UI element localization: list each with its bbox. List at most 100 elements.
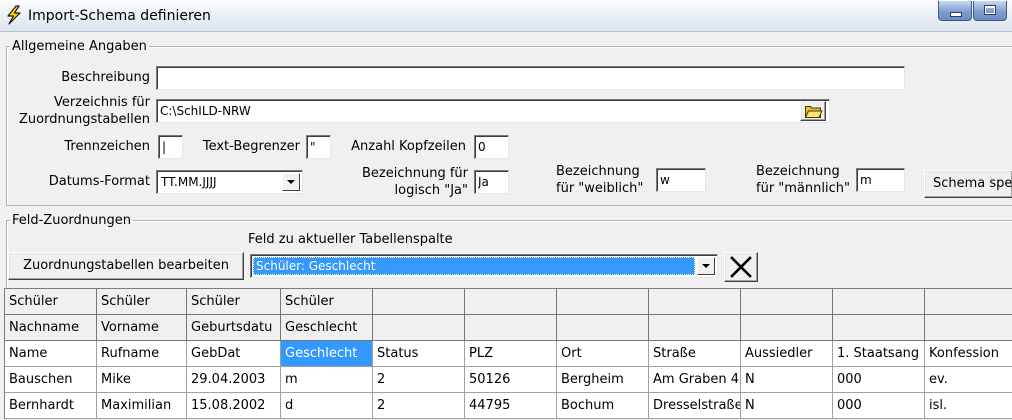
lightning-icon bbox=[7, 5, 21, 25]
text-delimiter-input[interactable] bbox=[306, 135, 331, 159]
date-format-label: Datums-Format bbox=[48, 174, 150, 189]
grid-cell[interactable]: Rufname bbox=[97, 341, 187, 367]
grid-cell[interactable]: Bauschen bbox=[5, 367, 97, 393]
maximize-button[interactable] bbox=[973, 1, 1007, 21]
grid-header-cell[interactable]: Schüler bbox=[281, 289, 373, 315]
folder-icon bbox=[804, 106, 823, 118]
minimize-button[interactable] bbox=[938, 1, 972, 21]
female-label-line2: für "weiblich" bbox=[556, 181, 644, 196]
grid-cell[interactable]: Aussiedler bbox=[741, 341, 833, 367]
grid-cell[interactable]: 000 bbox=[833, 367, 925, 393]
grid-header-cell-empty[interactable] bbox=[465, 289, 557, 315]
grid-header-cell[interactable]: Geschlecht bbox=[281, 315, 373, 341]
field-select-value: Schüler: Geschlecht bbox=[253, 257, 695, 275]
grid-cell[interactable]: Bergheim bbox=[557, 367, 649, 393]
logical-yes-label-line2: logisch "Ja" bbox=[394, 183, 468, 198]
grid-header-cell[interactable]: Schüler bbox=[187, 289, 281, 315]
grid-cell[interactable]: isl. bbox=[925, 393, 1012, 419]
grid-header-cell[interactable]: Nachname bbox=[5, 315, 97, 341]
grid-cell[interactable]: 1. Staatsang bbox=[833, 341, 925, 367]
grid-cell[interactable]: N bbox=[741, 367, 833, 393]
field-select-label: Feld zu aktueller Tabellenspalte bbox=[248, 232, 453, 247]
browse-directory-button[interactable] bbox=[800, 101, 826, 121]
maximize-icon bbox=[984, 5, 996, 15]
field-select[interactable]: Schüler: Geschlecht bbox=[250, 254, 718, 278]
grid-header-cell-empty[interactable] bbox=[465, 315, 557, 341]
date-format-dropdown-button[interactable] bbox=[282, 173, 300, 191]
grid-header-cell-empty[interactable] bbox=[741, 289, 833, 315]
minimize-icon bbox=[950, 12, 962, 17]
grid-header-cell-empty[interactable] bbox=[833, 289, 925, 315]
grid-cell[interactable]: 000 bbox=[833, 393, 925, 419]
male-input[interactable] bbox=[856, 168, 905, 192]
grid-cell[interactable]: ev. bbox=[925, 367, 1012, 393]
grid-cell[interactable]: Mike bbox=[97, 367, 187, 393]
grid-cell-selected[interactable]: Geschlecht bbox=[281, 341, 373, 367]
grid-header-cell-empty[interactable] bbox=[649, 315, 741, 341]
edit-mapping-tables-button[interactable]: Zuordnungstabellen bearbeiten bbox=[8, 252, 244, 280]
grid-body: Schüler Schüler Schüler Schüler Nachname… bbox=[4, 288, 1012, 419]
save-schema-button[interactable]: Schema spe bbox=[924, 170, 1012, 198]
header-rows-input[interactable] bbox=[474, 135, 509, 159]
logical-yes-input[interactable] bbox=[474, 170, 509, 194]
grid-cell[interactable]: d bbox=[281, 393, 373, 419]
grid-cell[interactable]: Ort bbox=[557, 341, 649, 367]
grid-cell[interactable]: Straße bbox=[649, 341, 741, 367]
clear-field-button[interactable] bbox=[724, 252, 758, 282]
grid-header-cell-empty[interactable] bbox=[833, 315, 925, 341]
grid-header-cell-empty[interactable] bbox=[925, 289, 1012, 315]
grid-cell[interactable]: GebDat bbox=[187, 341, 281, 367]
header-rows-label: Anzahl Kopfzeilen bbox=[351, 139, 466, 154]
import-preview-grid[interactable]: Schüler Schüler Schüler Schüler Nachname… bbox=[4, 288, 1012, 420]
grid-cell[interactable]: Bochum bbox=[557, 393, 649, 419]
grid-cell[interactable]: Dresselstraße bbox=[649, 393, 741, 419]
grid-cell[interactable]: 15.08.2002 bbox=[187, 393, 281, 419]
grid-cell[interactable]: 2 bbox=[373, 367, 465, 393]
grid-header-cell-empty[interactable] bbox=[649, 289, 741, 315]
logical-yes-label: Bezeichnung für logisch "Ja" bbox=[330, 165, 468, 199]
male-label-line2: für "männlich" bbox=[756, 181, 850, 196]
directory-label-line2: Zuordnungstabellen bbox=[19, 112, 150, 127]
date-format-select[interactable]: TT.MM.JJJJ bbox=[156, 170, 303, 194]
grid-cell[interactable]: Name bbox=[5, 341, 97, 367]
grid-cell[interactable]: m bbox=[281, 367, 373, 393]
directory-input[interactable] bbox=[156, 99, 830, 123]
grid-cell[interactable]: PLZ bbox=[465, 341, 557, 367]
field-select-dropdown-button[interactable] bbox=[697, 257, 715, 275]
grid-cell[interactable]: 50126 bbox=[465, 367, 557, 393]
description-label: Beschreibung bbox=[61, 70, 150, 85]
chevron-down-icon bbox=[702, 264, 710, 268]
grid-header-cell-empty[interactable] bbox=[373, 289, 465, 315]
grid-header-cell[interactable]: Vorname bbox=[97, 315, 187, 341]
logical-yes-label-line1: Bezeichnung für bbox=[362, 166, 468, 181]
grid-cell[interactable]: N bbox=[741, 393, 833, 419]
grid-header-cell[interactable]: Schüler bbox=[5, 289, 97, 315]
date-format-value: TT.MM.JJJJ bbox=[161, 175, 217, 189]
grid-header-cell-empty[interactable] bbox=[557, 315, 649, 341]
description-input[interactable] bbox=[156, 66, 905, 90]
grid-cell[interactable]: Status bbox=[373, 341, 465, 367]
grid-header-cell-empty[interactable] bbox=[373, 315, 465, 341]
grid-cell[interactable]: Maximilian bbox=[97, 393, 187, 419]
female-label-line1: Bezeichnung bbox=[556, 164, 640, 179]
grid-cell[interactable]: 44795 bbox=[465, 393, 557, 419]
window-title: Import-Schema definieren bbox=[28, 8, 211, 24]
general-settings-legend: Allgemeine Angaben bbox=[10, 39, 149, 54]
grid-header-cell-empty[interactable] bbox=[741, 315, 833, 341]
male-label: Bezeichnung für "männlich" bbox=[756, 163, 850, 197]
grid-header-cell[interactable]: Geburtsdatu bbox=[187, 315, 281, 341]
grid-cell[interactable]: Bernhardt bbox=[5, 393, 97, 419]
female-label: Bezeichnung für "weiblich" bbox=[556, 163, 643, 197]
title-bar[interactable]: Import-Schema definieren bbox=[0, 0, 1012, 32]
grid-cell[interactable]: 29.04.2003 bbox=[187, 367, 281, 393]
grid-cell[interactable]: Konfession bbox=[925, 341, 1012, 367]
male-label-line1: Bezeichnung bbox=[756, 164, 840, 179]
grid-header-cell-empty[interactable] bbox=[925, 315, 1012, 341]
grid-cell[interactable]: Am Graben 4 bbox=[649, 367, 741, 393]
directory-label: Verzeichnis für Zuordnungstabellen bbox=[0, 94, 150, 128]
field-mapping-legend: Feld-Zuordnungen bbox=[10, 213, 133, 228]
grid-cell[interactable]: 2 bbox=[373, 393, 465, 419]
grid-header-cell-empty[interactable] bbox=[557, 289, 649, 315]
female-input[interactable] bbox=[656, 168, 706, 192]
grid-header-cell[interactable]: Schüler bbox=[97, 289, 187, 315]
